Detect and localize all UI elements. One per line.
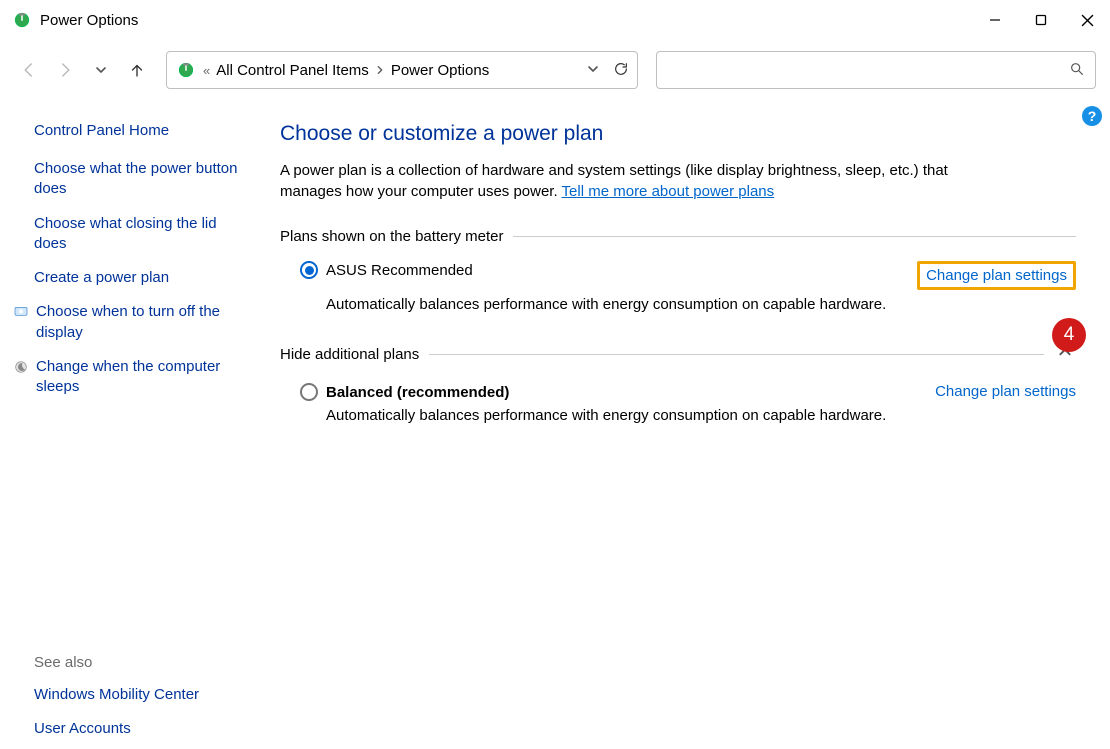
task-label: Choose what closing the lid does [34,214,250,255]
task-turn-off-display[interactable]: Choose when to turn off the display [34,302,250,343]
task-create-plan[interactable]: Create a power plan [34,268,250,288]
control-panel-home-link[interactable]: Control Panel Home [34,122,250,139]
see-also-header: See also [34,654,250,671]
breadcrumb-item-2[interactable]: Power Options [391,62,489,79]
address-app-icon [175,59,197,81]
search-input[interactable] [667,62,1069,79]
titlebar: Power Options [0,0,1110,40]
plan-balanced-row: Balanced (recommended) Change plan setti… [280,377,1076,401]
plan-balanced-radio[interactable]: Balanced (recommended) [300,383,509,401]
nav-forward-button[interactable] [50,55,80,85]
section-header-label: Hide additional plans [280,346,419,363]
section-additional-plans-header: Hide additional plans [280,341,1076,367]
task-label: Choose when to turn off the display [36,302,250,343]
main-content: Choose or customize a power plan A power… [260,108,1096,749]
search-box[interactable] [656,51,1096,89]
sidebar: Control Panel Home Choose what the power… [14,108,260,749]
section-battery-plans-header: Plans shown on the battery meter [280,228,1076,245]
task-label: Change when the computer sleeps [36,357,250,398]
see-also-label: User Accounts [34,719,131,739]
plan-asus-radio[interactable]: ASUS Recommended [300,261,473,279]
sleep-icon [12,358,30,376]
annotation-step-badge: 4 [1052,318,1086,352]
page-description: A power plan is a collection of hardware… [280,160,980,202]
nav-up-button[interactable] [122,55,152,85]
address-bar[interactable]: « All Control Panel Items Power Options [166,51,638,89]
plan-asus-description: Automatically balances performance with … [280,290,1076,319]
minimize-button[interactable] [972,0,1018,40]
task-power-button[interactable]: Choose what the power button does [34,159,250,200]
change-balanced-plan-link[interactable]: Change plan settings [935,383,1076,400]
annotation-step-number: 4 [1064,324,1075,346]
chevron-right-icon[interactable] [373,63,387,78]
see-also-mobility-center[interactable]: Windows Mobility Center [34,685,250,705]
divider [513,236,1076,237]
display-icon [12,303,30,321]
see-also-user-accounts[interactable]: User Accounts [34,719,250,739]
window-title: Power Options [40,12,138,29]
plan-balanced-description: Automatically balances performance with … [280,401,1076,430]
task-label: Choose what the power button does [34,159,250,200]
plan-balanced-name: Balanced (recommended) [326,384,509,401]
app-icon [12,10,32,30]
page-title: Choose or customize a power plan [280,122,1076,146]
tell-me-more-link[interactable]: Tell me more about power plans [562,183,775,200]
nav-back-button[interactable] [14,55,44,85]
breadcrumb-prefix-icon: « [201,63,212,78]
breadcrumb-item-1[interactable]: All Control Panel Items [216,62,369,79]
see-also-label: Windows Mobility Center [34,685,199,705]
plan-asus-name: ASUS Recommended [326,262,473,279]
close-button[interactable] [1064,0,1110,40]
nav-toolbar: « All Control Panel Items Power Options [0,40,1110,100]
change-asus-plan-link[interactable]: Change plan settings [917,261,1076,290]
task-label: Create a power plan [34,268,169,288]
task-closing-lid[interactable]: Choose what closing the lid does [34,214,250,255]
search-icon[interactable] [1069,61,1085,80]
plan-asus-row: ASUS Recommended Change plan settings [280,255,1076,290]
task-computer-sleeps[interactable]: Change when the computer sleeps [34,357,250,398]
nav-recent-button[interactable] [86,55,116,85]
maximize-button[interactable] [1018,0,1064,40]
divider [429,354,1044,355]
section-header-label: Plans shown on the battery meter [280,228,503,245]
address-dropdown-button[interactable] [587,62,599,78]
refresh-button[interactable] [613,61,629,80]
